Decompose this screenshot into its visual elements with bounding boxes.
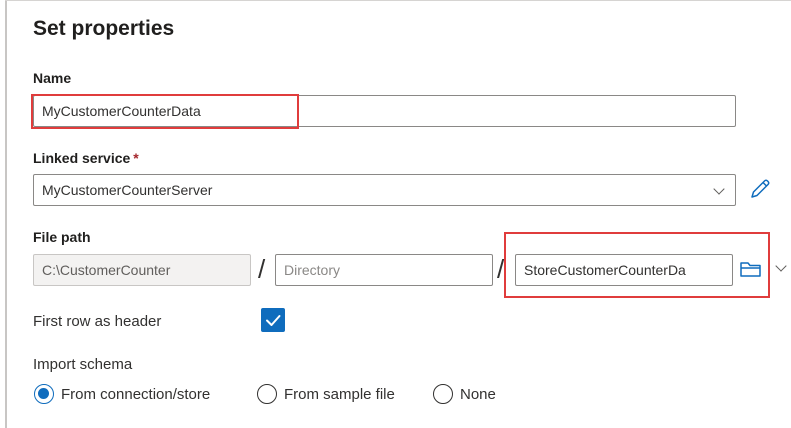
file-path-label: File path: [33, 229, 91, 245]
radio-from-sample-file[interactable]: [257, 384, 277, 404]
radio-none[interactable]: [433, 384, 453, 404]
linked-service-value: MyCustomerCounterServer: [42, 182, 213, 198]
name-highlight-box: [31, 94, 299, 129]
container-value: C:\CustomerCounter: [42, 262, 171, 278]
radio-selected-dot: [38, 388, 49, 399]
directory-placeholder: Directory: [284, 262, 341, 278]
import-schema-label: Import schema: [33, 356, 133, 373]
first-row-header-checkbox[interactable]: [261, 308, 285, 332]
linked-service-select[interactable]: MyCustomerCounterServer: [33, 174, 736, 206]
chevron-down-icon[interactable]: [775, 260, 787, 272]
chevron-down-icon: [713, 183, 725, 195]
directory-input[interactable]: Directory: [275, 254, 493, 286]
container-input: C:\CustomerCounter: [33, 254, 251, 286]
linked-service-label-text: Linked service: [33, 150, 131, 166]
file-name-highlight-box: [504, 232, 770, 298]
required-asterisk: *: [133, 150, 139, 166]
panel-left-border: [5, 0, 7, 428]
name-label: Name: [33, 70, 72, 86]
radio-label-from-connection-store: From connection/store: [61, 386, 211, 403]
panel-title: Set properties: [33, 17, 175, 40]
radio-label-from-sample-file: From sample file: [284, 386, 395, 403]
first-row-header-label: First row as header: [33, 313, 162, 330]
checkmark-icon: [266, 315, 281, 326]
pencil-icon[interactable]: [747, 176, 773, 202]
panel-top-border: [5, 0, 791, 1]
radio-from-connection-store[interactable]: [34, 384, 54, 404]
path-separator: /: [258, 254, 266, 284]
radio-label-none: None: [460, 386, 496, 403]
linked-service-label: Linked service *: [33, 150, 139, 166]
